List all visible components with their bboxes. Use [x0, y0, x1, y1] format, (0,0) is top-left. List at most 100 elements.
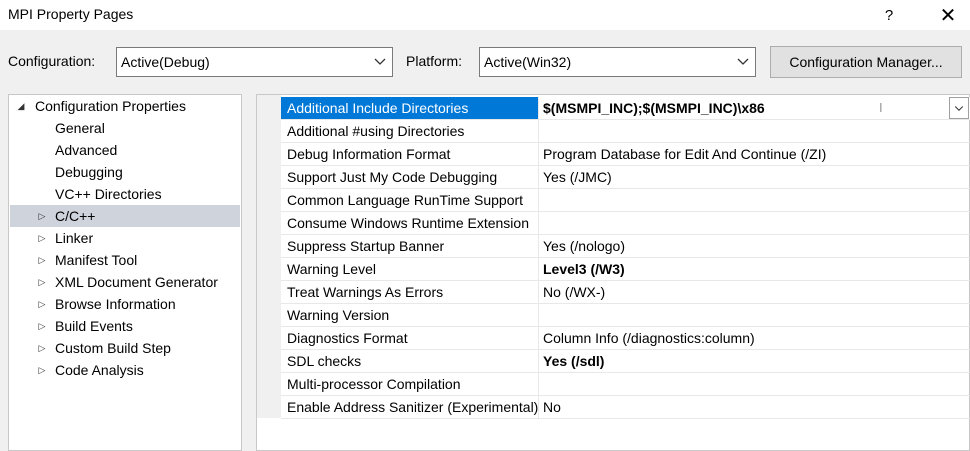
property-name[interactable]: Suppress Startup Banner: [281, 235, 539, 257]
property-dropdown-button[interactable]: [949, 97, 969, 119]
property-row-debug-information-format[interactable]: Debug Information Format Program Databas…: [281, 143, 970, 166]
property-value-editor[interactable]: $(MSMPI_INC);$(MSMPI_INC)\x86: [539, 97, 970, 119]
property-value[interactable]: [539, 120, 970, 142]
property-row-additional-include-directories[interactable]: Additional Include Directories $(MSMPI_I…: [281, 97, 970, 120]
property-name[interactable]: Consume Windows Runtime Extension: [281, 212, 539, 234]
property-row-additional-using-directories[interactable]: Additional #using Directories: [281, 120, 970, 143]
property-row-multi-processor-compilation[interactable]: Multi-processor Compilation: [281, 373, 970, 396]
property-name[interactable]: Warning Level: [281, 258, 539, 280]
tree-item-advanced[interactable]: Advanced: [10, 139, 240, 161]
platform-value: Active(Win32): [484, 54, 572, 70]
property-row-diagnostics-format[interactable]: Diagnostics Format Column Info (/diagnos…: [281, 327, 970, 350]
property-row-sdl-checks[interactable]: SDL checks Yes (/sdl): [281, 350, 970, 373]
tree-item-label: Manifest Tool: [55, 252, 138, 268]
property-name[interactable]: Debug Information Format: [281, 143, 539, 165]
expand-arrow-icon[interactable]: ▷: [36, 255, 48, 266]
configuration-dropdown[interactable]: Active(Debug): [116, 47, 393, 77]
window-title: MPI Property Pages: [8, 6, 134, 22]
tree-item-configuration-properties[interactable]: ◢ Configuration Properties: [10, 95, 240, 117]
tree-item-debugging[interactable]: Debugging: [10, 161, 240, 183]
property-value[interactable]: No (/WX-): [539, 281, 970, 303]
tree-item-label: C/C++: [55, 208, 96, 224]
property-value[interactable]: No: [539, 396, 970, 418]
expand-arrow-icon[interactable]: ▷: [36, 365, 48, 376]
tree-item-vc-directories[interactable]: VC++ Directories: [10, 183, 240, 205]
configuration-manager-label: Configuration Manager...: [789, 54, 943, 70]
tree-item-manifest-tool[interactable]: ▷ Manifest Tool: [10, 249, 240, 271]
property-row-treat-warnings-as-errors[interactable]: Treat Warnings As Errors No (/WX-): [281, 281, 970, 304]
expand-arrow-icon[interactable]: ▷: [36, 321, 48, 332]
collapse-arrow-icon[interactable]: ◢: [15, 101, 27, 112]
tree-item-label: Browse Information: [55, 296, 176, 312]
property-value[interactable]: Yes (/JMC): [539, 166, 970, 188]
close-icon: ✕: [939, 4, 957, 27]
property-value[interactable]: Program Database for Edit And Continue (…: [539, 143, 970, 165]
platform-label: Platform:: [406, 53, 463, 69]
expand-arrow-icon[interactable]: ▷: [36, 211, 48, 222]
platform-dropdown[interactable]: Active(Win32): [479, 47, 756, 77]
text-cursor-icon: I: [879, 100, 883, 115]
property-tree[interactable]: ◢ Configuration Properties General Advan…: [8, 94, 242, 451]
tree-item-custom-build-step[interactable]: ▷ Custom Build Step: [10, 337, 240, 359]
configuration-value: Active(Debug): [121, 54, 210, 70]
tree-item-xml-document-generator[interactable]: ▷ XML Document Generator: [10, 271, 240, 293]
expand-arrow-icon[interactable]: ▷: [36, 343, 48, 354]
property-row-suppress-startup-banner[interactable]: Suppress Startup Banner Yes (/nologo): [281, 235, 970, 258]
property-name[interactable]: Multi-processor Compilation: [281, 373, 539, 395]
property-name[interactable]: Additional Include Directories: [281, 97, 539, 119]
tree-item-label: Custom Build Step: [55, 340, 171, 356]
property-row-warning-level[interactable]: Warning Level Level3 (/W3): [281, 258, 970, 281]
help-button[interactable]: ?: [872, 0, 906, 30]
tree-item-label: General: [55, 120, 105, 136]
tree-item-label: Advanced: [55, 142, 118, 158]
help-icon: ?: [884, 6, 894, 24]
property-name[interactable]: Warning Version: [281, 304, 539, 326]
property-row-common-language-runtime[interactable]: Common Language RunTime Support: [281, 189, 970, 212]
tree-item-general[interactable]: General: [10, 117, 240, 139]
tree-item-label: VC++ Directories: [55, 186, 162, 202]
expand-arrow-icon[interactable]: ▷: [36, 299, 48, 310]
expand-arrow-icon[interactable]: ▷: [36, 233, 48, 244]
expand-arrow-icon[interactable]: ▷: [36, 277, 48, 288]
property-value[interactable]: Yes (/nologo): [539, 235, 970, 257]
tree-item-label: Code Analysis: [55, 362, 144, 378]
property-row-consume-windows-runtime[interactable]: Consume Windows Runtime Extension: [281, 212, 970, 235]
property-name[interactable]: Common Language RunTime Support: [281, 189, 539, 211]
property-grid[interactable]: Additional Include Directories $(MSMPI_I…: [256, 94, 970, 451]
property-name[interactable]: Enable Address Sanitizer (Experimental): [281, 396, 539, 418]
tree-item-browse-information[interactable]: ▷ Browse Information: [10, 293, 240, 315]
tree-item-linker[interactable]: ▷ Linker: [10, 227, 240, 249]
grid-gutter: [257, 95, 281, 418]
property-value[interactable]: $(MSMPI_INC);$(MSMPI_INC)\x86: [543, 100, 765, 116]
chevron-down-icon: [737, 58, 749, 65]
title-bar: MPI Property Pages ? ✕: [0, 0, 970, 30]
property-name[interactable]: Treat Warnings As Errors: [281, 281, 539, 303]
property-value[interactable]: Column Info (/diagnostics:column): [539, 327, 970, 349]
property-name[interactable]: Diagnostics Format: [281, 327, 539, 349]
tree-item-code-analysis[interactable]: ▷ Code Analysis: [10, 359, 240, 381]
property-value[interactable]: Yes (/sdl): [539, 350, 970, 372]
property-row-support-just-my-code[interactable]: Support Just My Code Debugging Yes (/JMC…: [281, 166, 970, 189]
property-name[interactable]: Additional #using Directories: [281, 120, 539, 142]
tree-item-label: Configuration Properties: [35, 98, 186, 114]
property-value[interactable]: [539, 212, 970, 234]
tree-item-label: XML Document Generator: [55, 274, 218, 290]
property-value[interactable]: [539, 304, 970, 326]
property-value[interactable]: Level3 (/W3): [539, 258, 970, 280]
tree-item-c-cpp[interactable]: ▷ C/C++: [10, 205, 240, 227]
chevron-down-icon: [954, 106, 964, 111]
tree-item-label: Debugging: [55, 164, 123, 180]
tree-item-label: Build Events: [55, 318, 133, 334]
tree-item-label: Linker: [55, 230, 94, 246]
property-name[interactable]: SDL checks: [281, 350, 539, 372]
configuration-label: Configuration:: [8, 53, 96, 69]
property-value[interactable]: [539, 189, 970, 211]
property-value[interactable]: [539, 373, 970, 395]
tree-item-build-events[interactable]: ▷ Build Events: [10, 315, 240, 337]
chevron-down-icon: [374, 58, 386, 65]
close-button[interactable]: ✕: [928, 0, 968, 30]
configuration-manager-button[interactable]: Configuration Manager...: [770, 46, 962, 78]
property-row-enable-address-sanitizer[interactable]: Enable Address Sanitizer (Experimental) …: [281, 396, 970, 419]
property-row-warning-version[interactable]: Warning Version: [281, 304, 970, 327]
property-name[interactable]: Support Just My Code Debugging: [281, 166, 539, 188]
